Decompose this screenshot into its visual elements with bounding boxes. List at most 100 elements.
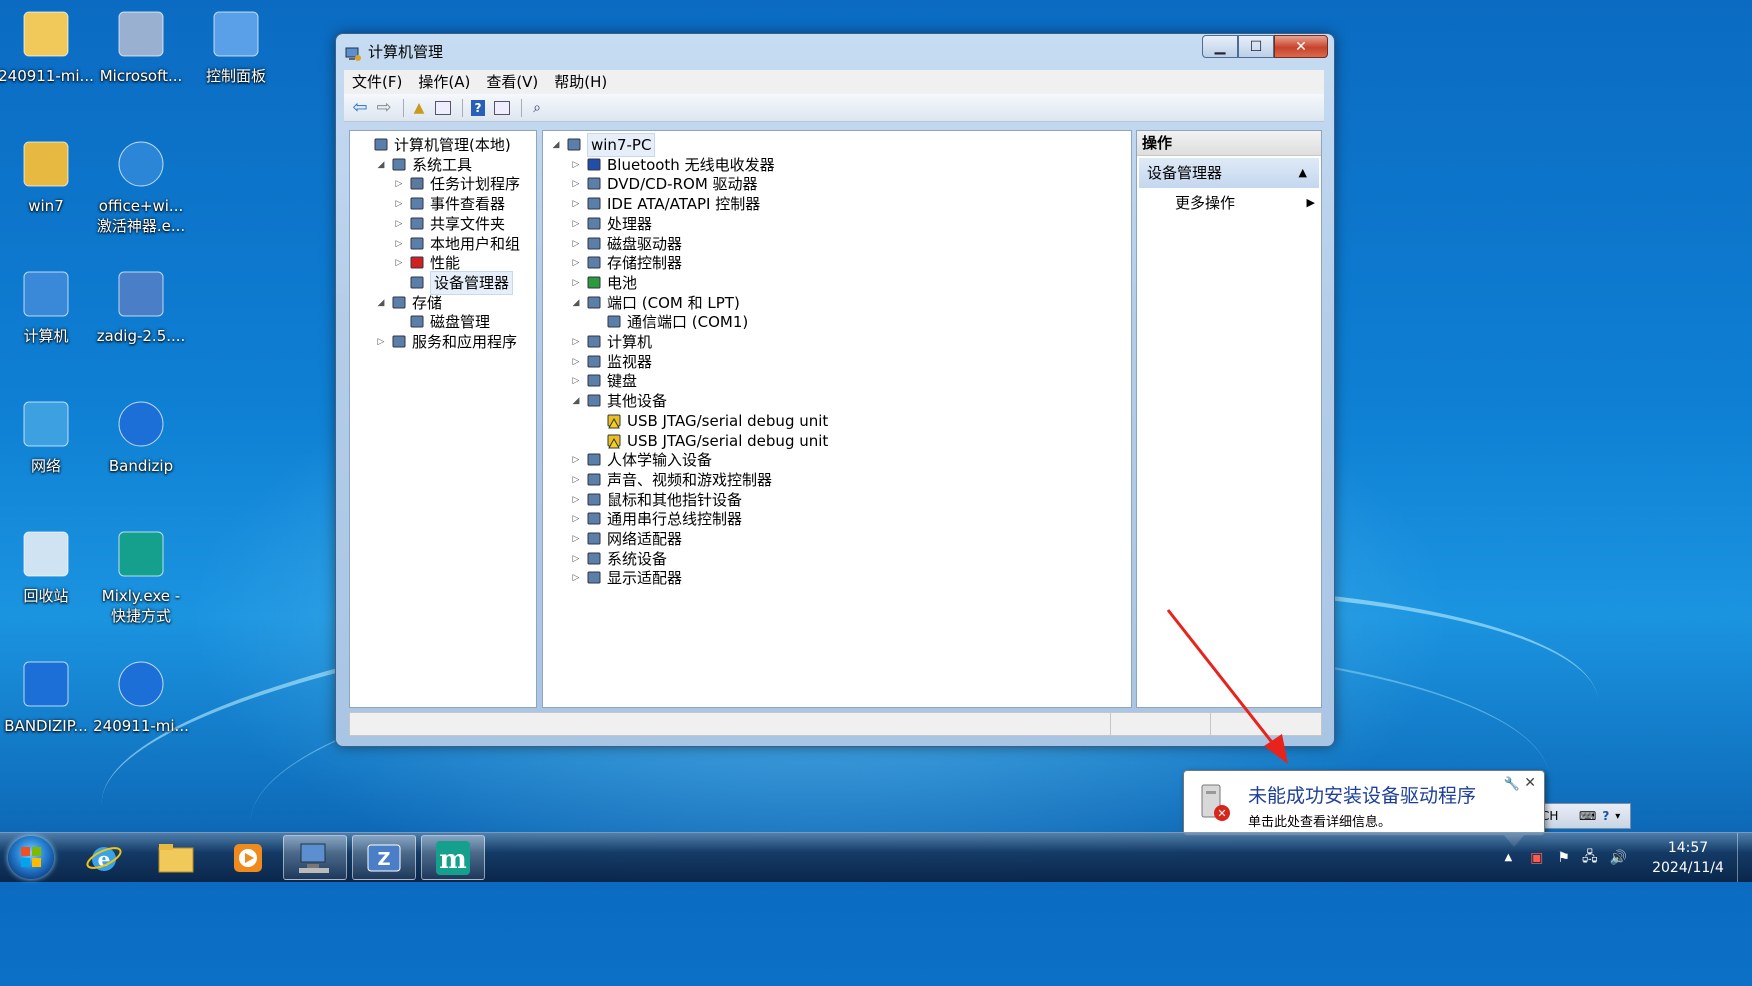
tree-item[interactable]: ▷ 计算机 bbox=[569, 331, 652, 353]
menu-action[interactable]: 操作(A) bbox=[410, 70, 478, 94]
actions-section-device-manager[interactable]: 设备管理器 ▲ bbox=[1139, 158, 1319, 188]
show-hide-tree-button[interactable] bbox=[433, 98, 453, 118]
close-button[interactable]: ✕ bbox=[1274, 35, 1328, 58]
expand-arrow-icon[interactable]: ▷ bbox=[569, 272, 583, 294]
desktop-icon[interactable]: 控制面板 bbox=[188, 0, 284, 86]
tree-item[interactable]: ▷ 监视器 bbox=[569, 351, 652, 373]
action-center-flag-icon[interactable]: ⚑ bbox=[1557, 850, 1570, 866]
desktop-icon[interactable]: 240911-mi... bbox=[0, 0, 94, 86]
console-tree[interactable]: 计算机管理(本地) ◢ 系统工具 ▷ 任务计划程序 ▷ 事件查看器 ▷ 共享文件夹 ▷ 本地用户和组… bbox=[349, 130, 537, 708]
tree-item[interactable]: ◢ win7-PC bbox=[549, 133, 656, 157]
collapse-arrow-icon[interactable]: ◢ bbox=[374, 292, 388, 314]
taskbar-mixly[interactable]: m bbox=[421, 835, 485, 880]
expand-arrow-icon[interactable]: ▷ bbox=[392, 193, 406, 215]
scan-hardware-button[interactable]: ⌕ bbox=[527, 98, 547, 118]
window-title-bar[interactable]: 计算机管理 bbox=[344, 38, 443, 66]
tree-item[interactable]: ▷ 处理器 bbox=[569, 213, 652, 235]
network-tray-icon[interactable]: 🖧 bbox=[1582, 846, 1598, 870]
tree-item[interactable]: ▷ 任务计划程序 bbox=[392, 173, 520, 195]
expand-arrow-icon[interactable]: ▷ bbox=[392, 173, 406, 195]
tree-item[interactable]: ▷ 声音、视频和游戏控制器 bbox=[569, 469, 772, 491]
desktop-icon[interactable]: 网络 bbox=[0, 390, 94, 476]
desktop-icon[interactable]: 240911-mi... bbox=[93, 650, 189, 736]
tree-item[interactable]: ▷ 电池 bbox=[569, 272, 637, 294]
show-desktop-button[interactable] bbox=[1737, 833, 1752, 882]
minimize-button[interactable]: ▁ bbox=[1202, 35, 1238, 58]
tree-item[interactable]: USB JTAG/serial debug unit bbox=[589, 410, 828, 432]
expand-arrow-icon[interactable]: ▷ bbox=[569, 489, 583, 511]
expand-arrow-icon[interactable]: ▷ bbox=[569, 154, 583, 176]
notification-close-icon[interactable]: ✕ bbox=[1524, 775, 1536, 791]
tree-item[interactable]: ▷ 服务和应用程序 bbox=[374, 331, 517, 353]
expand-arrow-icon[interactable]: ▷ bbox=[569, 213, 583, 235]
ime-language-bar[interactable]: CH ⌨ ? ▾ bbox=[1536, 803, 1631, 829]
tree-item[interactable]: ▷ DVD/CD-ROM 驱动器 bbox=[569, 173, 758, 195]
expand-arrow-icon[interactable]: ▷ bbox=[569, 567, 583, 589]
expand-arrow-icon[interactable]: ▷ bbox=[569, 548, 583, 570]
settings-wrench-icon[interactable]: 🔧 bbox=[1504, 777, 1520, 792]
tree-item[interactable]: ▷ 鼠标和其他指针设备 bbox=[569, 489, 742, 511]
taskbar-internet-explorer[interactable]: e bbox=[72, 835, 136, 880]
expand-arrow-icon[interactable]: ▷ bbox=[569, 252, 583, 274]
expand-arrow-icon[interactable]: ▷ bbox=[569, 449, 583, 471]
start-button[interactable] bbox=[8, 836, 54, 879]
tree-item[interactable]: ▷ 系统设备 bbox=[569, 548, 667, 570]
expand-arrow-icon[interactable]: ▷ bbox=[569, 173, 583, 195]
taskbar-media-player[interactable] bbox=[216, 835, 280, 880]
tree-item[interactable]: ▷ Bluetooth 无线电收发器 bbox=[569, 154, 775, 176]
show-hide-action-pane-button[interactable] bbox=[492, 98, 512, 118]
more-actions-item[interactable]: 更多操作 ▶ bbox=[1137, 188, 1321, 218]
desktop-icon[interactable]: office+wi... 激活神器.e... bbox=[93, 130, 189, 236]
menu-help[interactable]: 帮助(H) bbox=[546, 70, 615, 94]
collapse-arrow-icon[interactable]: ◢ bbox=[374, 154, 388, 176]
tree-item[interactable]: ◢ 存储 bbox=[374, 292, 442, 314]
expand-arrow-icon[interactable]: ▷ bbox=[392, 213, 406, 235]
back-button[interactable]: ⇦ bbox=[350, 97, 370, 118]
menu-file[interactable]: 文件(F) bbox=[344, 70, 410, 94]
menu-view[interactable]: 查看(V) bbox=[478, 70, 546, 94]
expand-arrow-icon[interactable]: ▷ bbox=[569, 193, 583, 215]
forward-button[interactable]: ⇨ bbox=[374, 97, 394, 118]
tree-item[interactable]: ▷ 本地用户和组 bbox=[392, 233, 520, 255]
driver-install-notification[interactable]: ✕ 未能成功安装设备驱动程序 单击此处查看详细信息。 🔧 ✕ bbox=[1183, 770, 1545, 847]
device-error-tray-icon[interactable]: ▣ bbox=[1530, 850, 1543, 866]
volume-icon[interactable]: 🔊 bbox=[1610, 850, 1627, 866]
collapse-arrow-icon[interactable]: ◢ bbox=[569, 292, 583, 314]
collapse-arrow-icon[interactable]: ◢ bbox=[569, 390, 583, 412]
desktop-icon[interactable]: 计算机 bbox=[0, 260, 94, 346]
desktop-icon[interactable]: Bandizip bbox=[93, 390, 189, 476]
desktop-icon[interactable]: win7 bbox=[0, 130, 94, 216]
tree-item[interactable]: ◢ 其他设备 bbox=[569, 390, 667, 412]
expand-arrow-icon[interactable]: ▷ bbox=[569, 233, 583, 255]
desktop-icon[interactable]: zadig-2.5.... bbox=[93, 260, 189, 346]
desktop-icon[interactable]: 回收站 bbox=[0, 520, 94, 606]
tree-item[interactable]: ◢ 端口 (COM 和 LPT) bbox=[569, 292, 740, 314]
tree-item[interactable]: USB JTAG/serial debug unit bbox=[589, 430, 828, 452]
desktop-icon[interactable]: Microsoft... bbox=[93, 0, 189, 86]
tree-item[interactable]: ▷ 存储控制器 bbox=[569, 252, 682, 274]
desktop-icon[interactable]: Mixly.exe - 快捷方式 bbox=[93, 520, 189, 626]
expand-arrow-icon[interactable]: ▷ bbox=[392, 233, 406, 255]
tree-item[interactable]: ▷ 人体学输入设备 bbox=[569, 449, 712, 471]
up-level-button[interactable]: ▲ bbox=[409, 98, 429, 118]
expand-arrow-icon[interactable]: ▷ bbox=[569, 331, 583, 353]
help-button[interactable]: ? bbox=[468, 98, 488, 118]
tree-item[interactable]: 计算机管理(本地) bbox=[356, 134, 511, 156]
collapse-arrow-icon[interactable]: ◢ bbox=[549, 134, 563, 156]
desktop-icon[interactable]: BANDIZIP... bbox=[0, 650, 94, 736]
tree-item[interactable]: 磁盘管理 bbox=[392, 311, 490, 333]
show-hidden-icons-icon[interactable]: ▲ bbox=[1504, 852, 1512, 863]
expand-arrow-icon[interactable]: ▷ bbox=[569, 370, 583, 392]
expand-arrow-icon[interactable]: ▷ bbox=[569, 508, 583, 530]
expand-arrow-icon[interactable]: ▷ bbox=[569, 528, 583, 550]
tree-item[interactable]: ▷ 网络适配器 bbox=[569, 528, 682, 550]
taskbar-computer-management[interactable] bbox=[283, 835, 347, 880]
taskbar-explorer[interactable] bbox=[144, 835, 208, 880]
tree-item[interactable]: ▷ 磁盘驱动器 bbox=[569, 233, 682, 255]
tree-item[interactable]: ▷ 键盘 bbox=[569, 370, 637, 392]
tree-item[interactable]: 通信端口 (COM1) bbox=[589, 311, 748, 333]
tree-item[interactable]: ▷ 事件查看器 bbox=[392, 193, 505, 215]
expand-arrow-icon[interactable]: ▷ bbox=[569, 469, 583, 491]
tree-item[interactable]: ▷ 通用串行总线控制器 bbox=[569, 508, 742, 530]
tree-item[interactable]: 设备管理器 bbox=[392, 270, 514, 295]
